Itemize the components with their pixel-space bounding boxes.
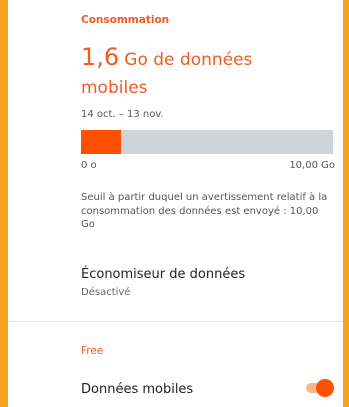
data-saver-title: Économiseur de données [81, 267, 246, 282]
mobile-data-toggle[interactable] [304, 378, 334, 398]
data-saver-setting[interactable]: Économiseur de données Désactivé [81, 267, 331, 298]
data-usage-summary: 1,6 Go de données mobiles [81, 44, 311, 102]
settings-card: Consommation 1,6 Go de données mobiles 1… [8, 0, 343, 407]
usage-value: 1,6 [81, 43, 120, 71]
toggle-knob [316, 379, 334, 397]
usage-bar-min-label: 0 o [81, 160, 97, 171]
warning-threshold-text[interactable]: Seuil à partir duquel un avertissement r… [81, 191, 331, 232]
billing-period: 14 oct. – 13 nov. [81, 109, 164, 120]
usage-bar-fill [81, 130, 122, 154]
section-divider [8, 321, 343, 322]
usage-bar-max-label: 10,00 Go [289, 160, 335, 171]
data-saver-status: Désactivé [81, 287, 131, 298]
operator-section-title: Free [81, 345, 104, 357]
consumption-section-title: Consommation [81, 14, 170, 26]
mobile-data-label[interactable]: Données mobiles [81, 382, 193, 397]
usage-bar [81, 130, 333, 154]
